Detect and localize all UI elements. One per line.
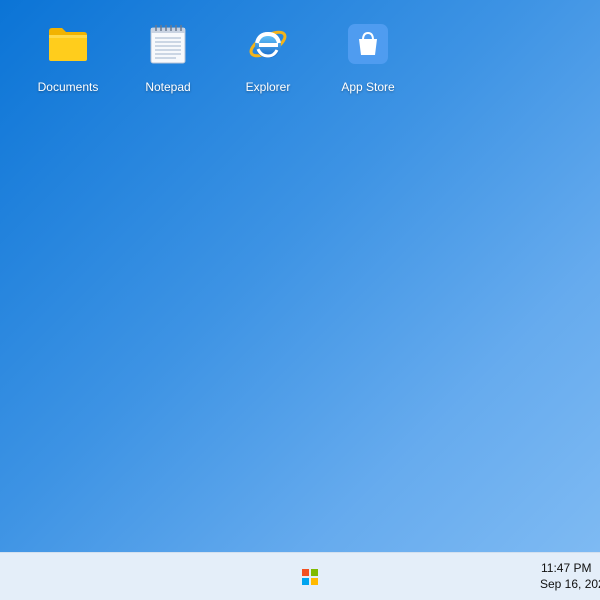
start-logo-square bbox=[302, 569, 309, 576]
desktop-icon-documents[interactable]: Documents bbox=[23, 22, 113, 102]
folder-icon bbox=[46, 22, 90, 66]
system-clock[interactable]: 11:47 PM Sep 16, 2025 bbox=[540, 560, 600, 592]
notepad-icon bbox=[146, 22, 190, 66]
shopping-bag-icon bbox=[346, 22, 390, 66]
start-logo-square bbox=[311, 569, 318, 576]
desktop-icon-notepad[interactable]: Notepad bbox=[123, 22, 213, 102]
clock-time: 11:47 PM bbox=[541, 561, 592, 575]
start-logo-square bbox=[302, 578, 309, 585]
desktop[interactable]: Documents Notepad Explorer App Store bbox=[0, 0, 600, 552]
desktop-icon-label: App Store bbox=[341, 80, 395, 94]
windows-logo-icon[interactable] bbox=[302, 569, 318, 585]
clock-date: Sep 16, 2025 bbox=[540, 577, 600, 591]
desktop-icon-explorer[interactable]: Explorer bbox=[223, 22, 313, 102]
desktop-icon-label: Documents bbox=[37, 80, 99, 94]
internet-explorer-icon bbox=[246, 22, 290, 66]
start-logo-square bbox=[311, 578, 318, 585]
desktop-icon-label: Explorer bbox=[245, 80, 291, 94]
desktop-icon-app-store[interactable]: App Store bbox=[323, 22, 413, 102]
taskbar: 11:47 PM Sep 16, 2025 bbox=[0, 552, 600, 600]
desktop-icon-label: Notepad bbox=[145, 80, 191, 94]
